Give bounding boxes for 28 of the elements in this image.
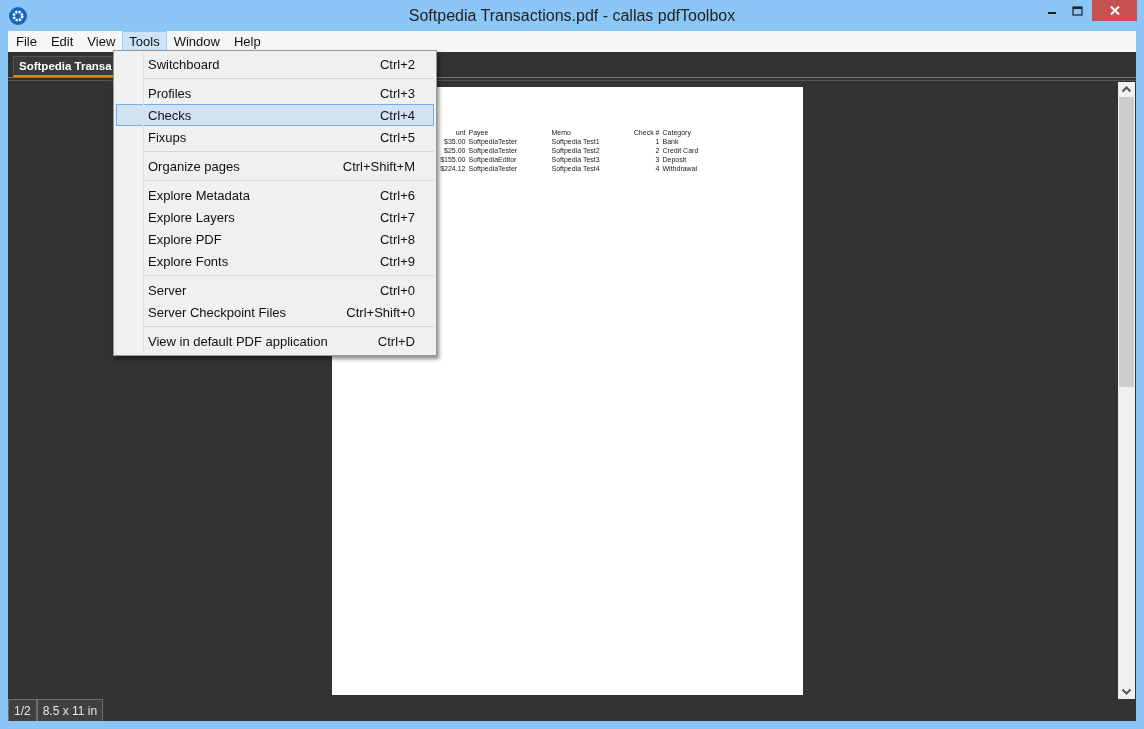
menu-entry[interactable]: Organize pages Ctrl+Shift+M [116, 155, 434, 177]
app-gear-icon[interactable] [9, 7, 27, 25]
maximize-icon[interactable] [1072, 6, 1084, 17]
menu-item[interactable]: File [9, 31, 44, 52]
menu-entry[interactable]: Fixups Ctrl+5 [116, 126, 434, 148]
menu-entry[interactable]: Explore Metadata Ctrl+6 [116, 184, 434, 206]
document-tab[interactable]: Softpedia Transa [13, 56, 116, 77]
menu-entry[interactable]: Server Ctrl+0 [116, 279, 434, 301]
status-field: 1/2 [8, 699, 37, 721]
menu-item[interactable]: Tools [122, 31, 167, 52]
close-button[interactable] [1092, 0, 1137, 21]
status-field: 8.5 x 11 in [36, 699, 104, 721]
menu-entry[interactable]: View in default PDF application Ctrl+D [116, 330, 434, 352]
menu-item[interactable]: Window [166, 31, 227, 52]
menu-item[interactable]: View [80, 31, 123, 52]
menu-entry[interactable]: Profiles Ctrl+3 [116, 82, 434, 104]
scrollbar-thumb[interactable] [1119, 97, 1134, 387]
window-title: Softpedia Transactions.pdf - callas pdfToolbox [408, 6, 736, 25]
menu-entry[interactable]: Switchboard Ctrl+2 [116, 53, 434, 75]
menu-item[interactable]: Edit [43, 31, 81, 52]
menu-entry[interactable]: Explore PDF Ctrl+8 [116, 228, 434, 250]
close-icon [1109, 6, 1120, 15]
menu-entry[interactable]: Server Checkpoint Files Ctrl+Shift+0 [116, 301, 434, 323]
menu-entry[interactable]: Explore Fonts Ctrl+9 [116, 250, 434, 272]
menu-entry[interactable]: Explore Layers Ctrl+7 [116, 206, 434, 228]
menu-entry[interactable]: Checks Ctrl+4 [116, 104, 434, 126]
scrollbar[interactable] [1118, 82, 1135, 699]
menu-item[interactable]: Help [226, 31, 268, 52]
